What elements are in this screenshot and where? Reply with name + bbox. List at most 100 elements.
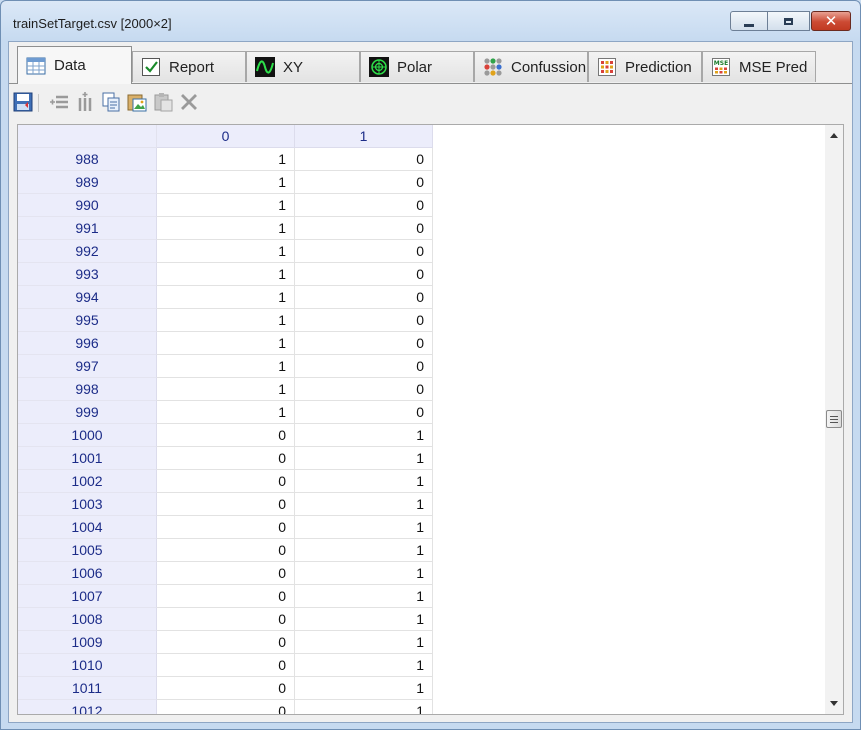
insert-row-icon[interactable] bbox=[49, 92, 69, 112]
tab-prediction[interactable]: Prediction bbox=[588, 51, 702, 82]
grid-cell[interactable]: 1 bbox=[295, 608, 433, 631]
row-header[interactable]: 1000 bbox=[18, 424, 157, 447]
grid-cell[interactable]: 1 bbox=[295, 470, 433, 493]
grid-cell[interactable]: 1 bbox=[157, 263, 295, 286]
grid-cell[interactable]: 0 bbox=[295, 355, 433, 378]
close-button[interactable]: ✕ bbox=[811, 11, 851, 31]
row-header[interactable]: 997 bbox=[18, 355, 157, 378]
row-header[interactable]: 991 bbox=[18, 217, 157, 240]
row-header[interactable]: 998 bbox=[18, 378, 157, 401]
tab-polar[interactable]: Polar bbox=[360, 51, 474, 82]
grid-cell[interactable]: 0 bbox=[295, 148, 433, 171]
grid-cell[interactable]: 1 bbox=[157, 355, 295, 378]
grid-cell[interactable]: 0 bbox=[157, 447, 295, 470]
grid-cell[interactable]: 0 bbox=[157, 562, 295, 585]
grid-cell[interactable]: 1 bbox=[295, 424, 433, 447]
paste-icon[interactable] bbox=[153, 92, 173, 112]
grid-cell[interactable]: 0 bbox=[295, 240, 433, 263]
grid-cell[interactable]: 0 bbox=[295, 401, 433, 424]
maximize-button[interactable] bbox=[768, 11, 810, 31]
grid-cell[interactable]: 0 bbox=[295, 309, 433, 332]
minimize-button[interactable] bbox=[730, 11, 768, 31]
row-header[interactable]: 990 bbox=[18, 194, 157, 217]
grid-cell[interactable]: 1 bbox=[157, 401, 295, 424]
row-header[interactable]: 1009 bbox=[18, 631, 157, 654]
grid-cell[interactable]: 0 bbox=[157, 585, 295, 608]
grid-cell[interactable]: 1 bbox=[295, 562, 433, 585]
row-header[interactable]: 1004 bbox=[18, 516, 157, 539]
grid-cell[interactable]: 1 bbox=[295, 700, 433, 714]
grid-cell[interactable]: 1 bbox=[295, 539, 433, 562]
grid-cell[interactable]: 0 bbox=[295, 263, 433, 286]
grid-cell[interactable]: 0 bbox=[295, 332, 433, 355]
grid-cell[interactable]: 1 bbox=[295, 447, 433, 470]
row-header[interactable]: 988 bbox=[18, 148, 157, 171]
insert-column-icon[interactable] bbox=[75, 92, 95, 112]
grid-cell[interactable]: 0 bbox=[295, 286, 433, 309]
grid-cell[interactable]: 0 bbox=[295, 194, 433, 217]
title-bar[interactable]: trainSetTarget.csv [2000×2] ✕ bbox=[1, 1, 860, 41]
grid-cell[interactable]: 0 bbox=[157, 608, 295, 631]
grid-cell[interactable]: 0 bbox=[157, 516, 295, 539]
scrollbar-thumb[interactable] bbox=[826, 410, 842, 428]
grid-cell[interactable]: 1 bbox=[157, 217, 295, 240]
tab-mse-pred[interactable]: MSE MSE Pred bbox=[702, 51, 816, 82]
save-icon[interactable] bbox=[13, 92, 33, 112]
grid-cell[interactable]: 0 bbox=[295, 378, 433, 401]
grid-cell[interactable]: 0 bbox=[157, 493, 295, 516]
row-header[interactable]: 1007 bbox=[18, 585, 157, 608]
row-header[interactable]: 999 bbox=[18, 401, 157, 424]
row-header[interactable]: 1010 bbox=[18, 654, 157, 677]
grid-cell[interactable]: 0 bbox=[157, 631, 295, 654]
column-header-1[interactable]: 1 bbox=[295, 125, 433, 148]
grid-cell[interactable]: 0 bbox=[157, 700, 295, 714]
grid-cell[interactable]: 0 bbox=[157, 470, 295, 493]
row-header[interactable]: 1002 bbox=[18, 470, 157, 493]
grid-cell[interactable]: 1 bbox=[157, 378, 295, 401]
grid-cell[interactable]: 1 bbox=[157, 286, 295, 309]
row-header[interactable]: 1003 bbox=[18, 493, 157, 516]
grid-cell[interactable]: 1 bbox=[295, 493, 433, 516]
grid-cell[interactable]: 0 bbox=[295, 171, 433, 194]
tab-report[interactable]: Report bbox=[132, 51, 246, 82]
grid-cell[interactable]: 1 bbox=[295, 585, 433, 608]
row-header[interactable]: 1008 bbox=[18, 608, 157, 631]
column-header-0[interactable]: 0 bbox=[157, 125, 295, 148]
row-header[interactable]: 1006 bbox=[18, 562, 157, 585]
scroll-up-arrow-icon[interactable] bbox=[830, 133, 838, 138]
row-header[interactable]: 995 bbox=[18, 309, 157, 332]
paste-image-icon[interactable] bbox=[127, 92, 147, 112]
grid-cell[interactable]: 1 bbox=[295, 631, 433, 654]
data-grid[interactable]: 0 1 988 1 0 989 1 0 990 1 0 991 1 0 992 1 0 993 1 0 994 1 0 9… bbox=[17, 124, 844, 715]
grid-cell[interactable]: 1 bbox=[157, 240, 295, 263]
grid-corner-header[interactable] bbox=[18, 125, 157, 148]
row-header[interactable]: 1011 bbox=[18, 677, 157, 700]
tab-xy[interactable]: XY bbox=[246, 51, 360, 82]
grid-cell[interactable]: 1 bbox=[295, 677, 433, 700]
tab-confussion[interactable]: Confussion bbox=[474, 51, 588, 82]
scroll-down-arrow-icon[interactable] bbox=[830, 701, 838, 706]
delete-icon[interactable] bbox=[179, 92, 199, 112]
row-header[interactable]: 994 bbox=[18, 286, 157, 309]
row-header[interactable]: 993 bbox=[18, 263, 157, 286]
row-header[interactable]: 989 bbox=[18, 171, 157, 194]
grid-cell[interactable]: 0 bbox=[157, 539, 295, 562]
row-header[interactable]: 1012 bbox=[18, 700, 157, 714]
grid-cell[interactable]: 1 bbox=[295, 516, 433, 539]
grid-cell[interactable]: 1 bbox=[157, 332, 295, 355]
grid-cell[interactable]: 0 bbox=[157, 424, 295, 447]
grid-cell[interactable]: 0 bbox=[295, 217, 433, 240]
grid-cell[interactable]: 0 bbox=[157, 677, 295, 700]
grid-cell[interactable]: 1 bbox=[157, 194, 295, 217]
copy-icon[interactable] bbox=[101, 92, 121, 112]
row-header[interactable]: 992 bbox=[18, 240, 157, 263]
grid-cell[interactable]: 1 bbox=[295, 654, 433, 677]
grid-cell[interactable]: 1 bbox=[157, 171, 295, 194]
grid-cell[interactable]: 1 bbox=[157, 148, 295, 171]
vertical-scrollbar[interactable] bbox=[825, 125, 843, 714]
row-header[interactable]: 1001 bbox=[18, 447, 157, 470]
row-header[interactable]: 1005 bbox=[18, 539, 157, 562]
row-header[interactable]: 996 bbox=[18, 332, 157, 355]
grid-cell[interactable]: 1 bbox=[157, 309, 295, 332]
grid-cell[interactable]: 0 bbox=[157, 654, 295, 677]
